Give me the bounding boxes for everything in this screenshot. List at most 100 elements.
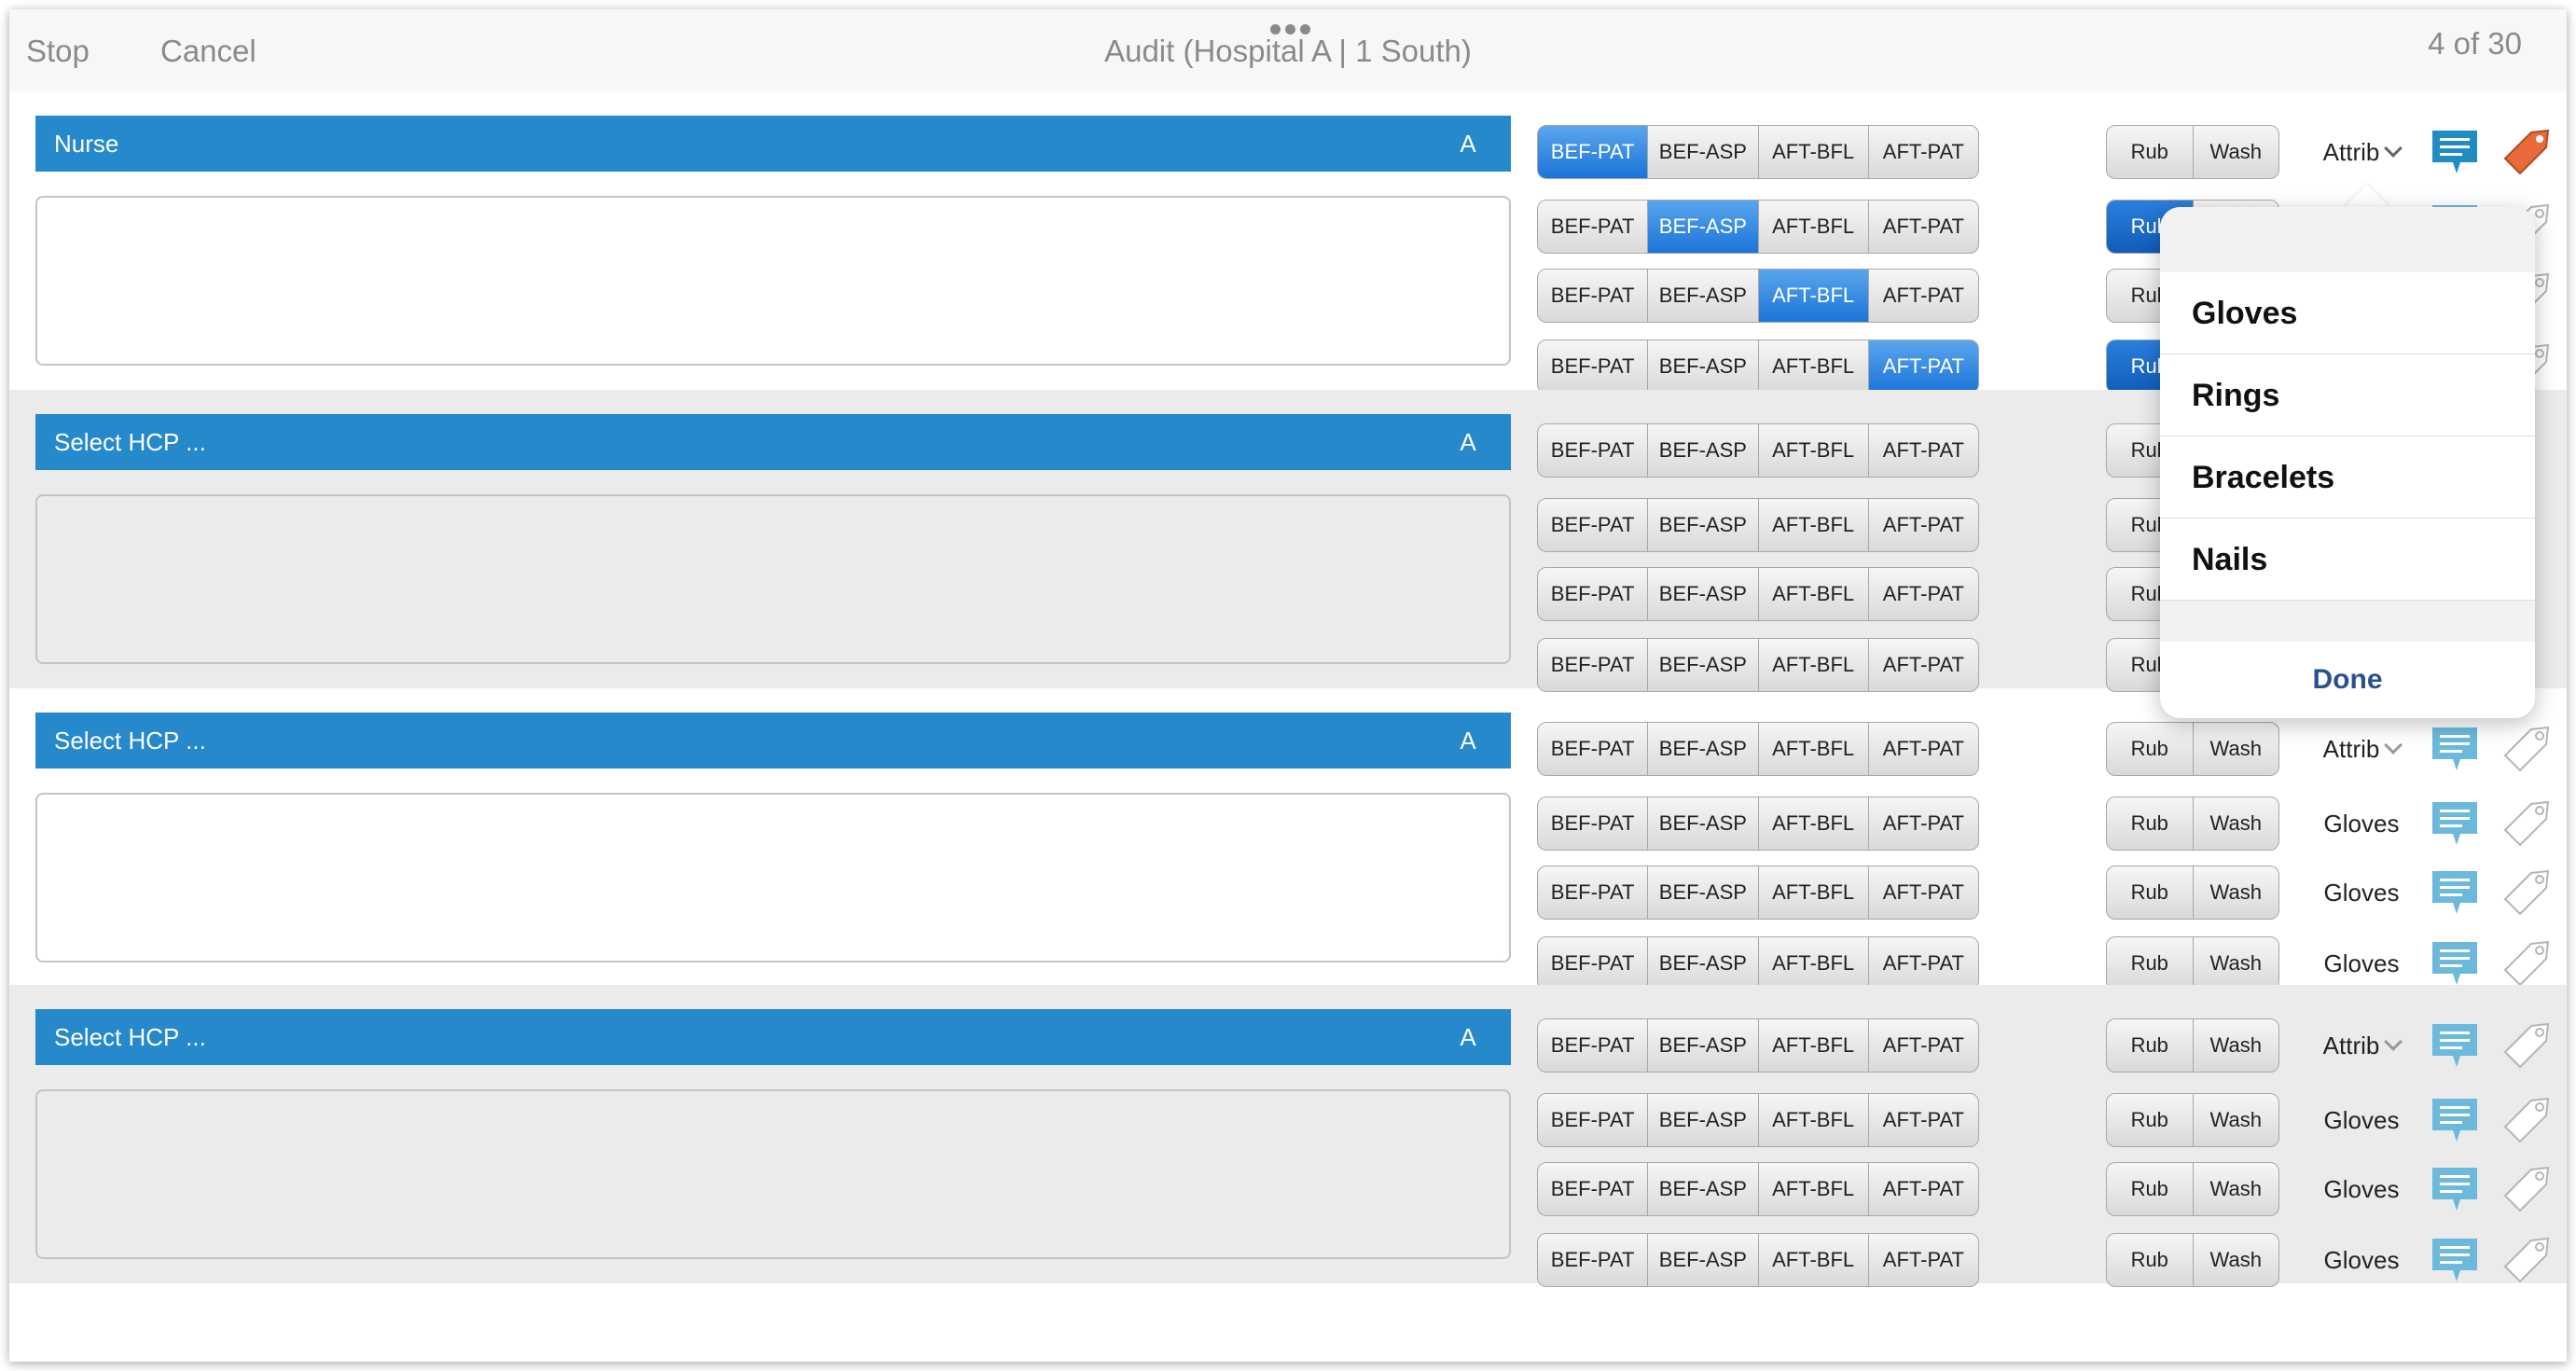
moment-option[interactable]: AFT-BFL [1759,340,1869,393]
moment-option[interactable]: AFT-PAT [1869,126,1978,178]
chat-bubble-icon[interactable] [2429,1162,2481,1214]
moment-option[interactable]: AFT-PAT [1869,270,1978,322]
moment-option[interactable]: AFT-BFL [1759,126,1869,178]
moment-option[interactable]: BEF-ASP [1648,723,1759,775]
wash-option[interactable]: Wash [2194,126,2279,178]
notes-field[interactable] [35,494,1511,664]
tag-icon[interactable] [2498,1017,2555,1073]
moment-option[interactable]: BEF-PAT [1538,126,1649,178]
more-dots-icon[interactable] [1270,24,1311,35]
notes-field[interactable] [35,1089,1511,1259]
hcp-selector[interactable]: Select HCP ... [35,414,1511,470]
moment-option[interactable]: AFT-BFL [1759,568,1869,620]
moment-option[interactable]: AFT-PAT [1869,723,1978,775]
moment-option[interactable]: BEF-PAT [1538,1094,1649,1146]
moment-option[interactable]: BEF-PAT [1538,1234,1649,1286]
moment-option[interactable]: BEF-ASP [1648,1094,1759,1146]
moment-option[interactable]: BEF-ASP [1648,639,1759,691]
moment-option[interactable]: AFT-BFL [1759,866,1869,919]
popover-item-bracelets[interactable]: Bracelets [2160,436,2535,519]
moment-option[interactable]: BEF-PAT [1538,1163,1649,1215]
moment-option[interactable]: BEF-ASP [1648,340,1759,393]
moment-option[interactable]: AFT-PAT [1868,340,1978,393]
attribute-dropdown[interactable]: Attrib [2304,1018,2419,1073]
chat-bubble-icon[interactable] [2429,125,2481,177]
moment-option[interactable]: BEF-PAT [1538,424,1649,477]
moment-option[interactable]: BEF-ASP [1648,424,1759,477]
popover-item-nails[interactable]: Nails [2160,519,2535,601]
a-button[interactable]: A [1425,713,1511,769]
rub-option[interactable]: Rub [2107,1094,2194,1146]
moment-option[interactable]: AFT-BFL [1759,1163,1869,1215]
wash-option[interactable]: Wash [2194,1234,2279,1286]
chat-bubble-icon[interactable] [2429,1233,2481,1285]
notes-field[interactable] [35,793,1511,962]
wash-option[interactable]: Wash [2194,937,2279,990]
moment-option[interactable]: AFT-BFL [1759,1019,1869,1072]
moment-option[interactable]: BEF-ASP [1648,1019,1759,1072]
attribute-value[interactable]: Gloves [2304,936,2419,990]
moment-option[interactable]: AFT-PAT [1869,797,1978,850]
moment-option[interactable]: BEF-PAT [1538,568,1649,620]
moment-option[interactable]: BEF-PAT [1538,340,1649,393]
a-button[interactable]: A [1425,116,1511,172]
moment-option[interactable]: BEF-PAT [1538,723,1649,775]
moment-option[interactable]: AFT-PAT [1869,201,1978,253]
moment-option[interactable]: AFT-BFL [1759,723,1869,775]
tag-icon[interactable] [2498,864,2555,920]
moment-option[interactable]: AFT-PAT [1869,1234,1978,1286]
moment-option[interactable]: AFT-BFL [1759,639,1869,691]
tag-icon[interactable] [2498,123,2555,179]
moment-option[interactable]: AFT-BFL [1759,1234,1869,1286]
moment-option[interactable]: AFT-PAT [1869,499,1978,551]
moment-option[interactable]: BEF-ASP [1648,866,1759,919]
moment-option[interactable]: BEF-PAT [1538,201,1649,253]
chat-bubble-icon[interactable] [2429,796,2481,849]
moment-option[interactable]: BEF-ASP [1648,270,1759,322]
moment-option[interactable]: BEF-ASP [1648,937,1759,990]
moment-option[interactable]: AFT-BFL [1759,937,1869,990]
done-button[interactable]: Done [2160,642,2535,718]
moment-option[interactable]: AFT-PAT [1869,1163,1978,1215]
wash-option[interactable]: Wash [2194,866,2279,919]
rub-option[interactable]: Rub [2107,126,2194,178]
moment-option[interactable]: AFT-PAT [1869,424,1978,477]
wash-option[interactable]: Wash [2194,797,2279,850]
hcp-selector[interactable]: Select HCP ... [35,1009,1511,1065]
moment-option[interactable]: AFT-PAT [1869,937,1978,990]
moment-option[interactable]: AFT-BFL [1758,270,1869,322]
tag-icon[interactable] [2498,1231,2555,1287]
moment-option[interactable]: BEF-ASP [1648,201,1759,253]
moment-option[interactable]: AFT-BFL [1759,1094,1869,1146]
hcp-selector[interactable]: Select HCP ... [35,713,1511,769]
moment-option[interactable]: BEF-ASP [1648,1163,1759,1215]
moment-option[interactable]: BEF-PAT [1538,270,1649,322]
wash-option[interactable]: Wash [2194,723,2279,775]
moment-option[interactable]: BEF-ASP [1648,1234,1759,1286]
chat-bubble-icon[interactable] [2429,722,2481,774]
moment-option[interactable]: BEF-PAT [1538,639,1649,691]
attribute-dropdown[interactable]: Attrib [2304,125,2419,179]
moment-option[interactable]: AFT-PAT [1869,639,1978,691]
moment-option[interactable]: BEF-ASP [1648,126,1759,178]
moment-option[interactable]: AFT-BFL [1759,201,1869,253]
rub-option[interactable]: Rub [2107,723,2194,775]
notes-field[interactable] [35,196,1511,366]
tag-icon[interactable] [2498,1091,2555,1147]
moment-option[interactable]: AFT-PAT [1869,568,1978,620]
rub-option[interactable]: Rub [2107,797,2194,850]
moment-option[interactable]: BEF-PAT [1538,937,1649,990]
rub-option[interactable]: Rub [2107,1019,2194,1072]
tag-icon[interactable] [2498,1160,2555,1216]
attribute-value[interactable]: Gloves [2304,1233,2419,1287]
wash-option[interactable]: Wash [2194,1163,2279,1215]
chat-bubble-icon[interactable] [2429,866,2481,918]
moment-option[interactable]: BEF-ASP [1648,797,1759,850]
chat-bubble-icon[interactable] [2429,1093,2481,1145]
moment-option[interactable]: BEF-PAT [1538,866,1649,919]
moment-option[interactable]: BEF-ASP [1648,568,1759,620]
moment-option[interactable]: BEF-PAT [1538,1019,1649,1072]
moment-option[interactable]: AFT-BFL [1759,797,1869,850]
wash-option[interactable]: Wash [2194,1019,2279,1072]
rub-option[interactable]: Rub [2107,866,2194,919]
